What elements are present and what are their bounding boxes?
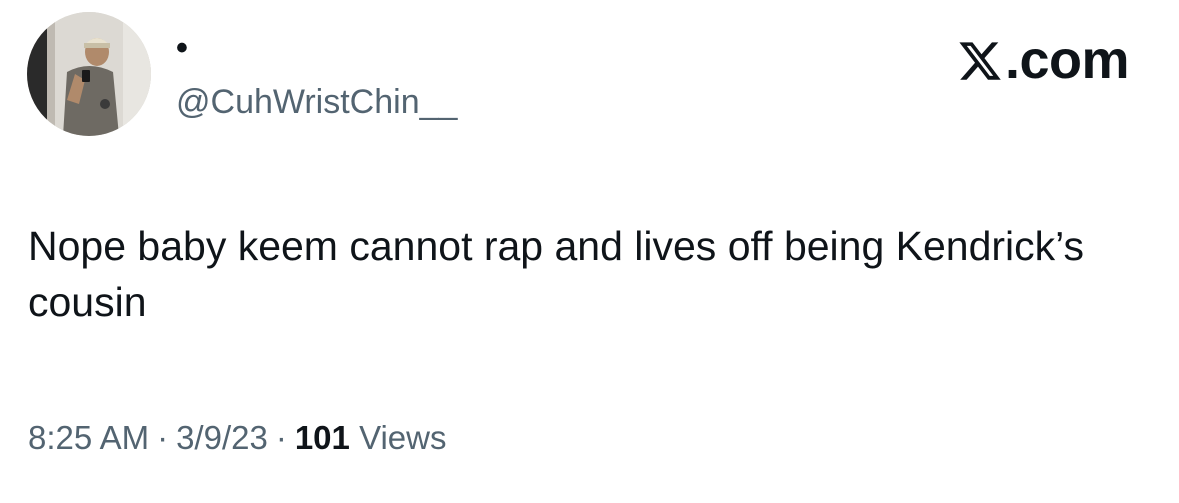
meta-separator: · — [157, 419, 169, 456]
tweet-text: Nope baby keem cannot rap and lives off … — [28, 223, 1085, 325]
tweet-time[interactable]: 8:25 AM — [28, 419, 149, 456]
meta-separator: · — [275, 419, 287, 456]
tweet-meta: 8:25 AM · 3/9/23 · 101 Views — [28, 418, 447, 458]
tweet-date[interactable]: 3/9/23 — [176, 419, 268, 456]
author-display-name[interactable]: • — [176, 28, 188, 68]
avatar[interactable] — [27, 12, 151, 136]
avatar-photo-icon — [27, 12, 151, 136]
views-count[interactable]: 101 — [295, 419, 350, 456]
author-handle[interactable]: @CuhWristChin__ — [176, 82, 457, 122]
x-com-watermark: .com — [957, 30, 1130, 96]
x-logo-icon — [957, 36, 1003, 96]
views-label[interactable]: Views — [359, 419, 446, 456]
brand-suffix: .com — [1004, 30, 1130, 90]
tweet-card: • @CuhWristChin__ .com Nope baby keem ca… — [0, 0, 1179, 503]
